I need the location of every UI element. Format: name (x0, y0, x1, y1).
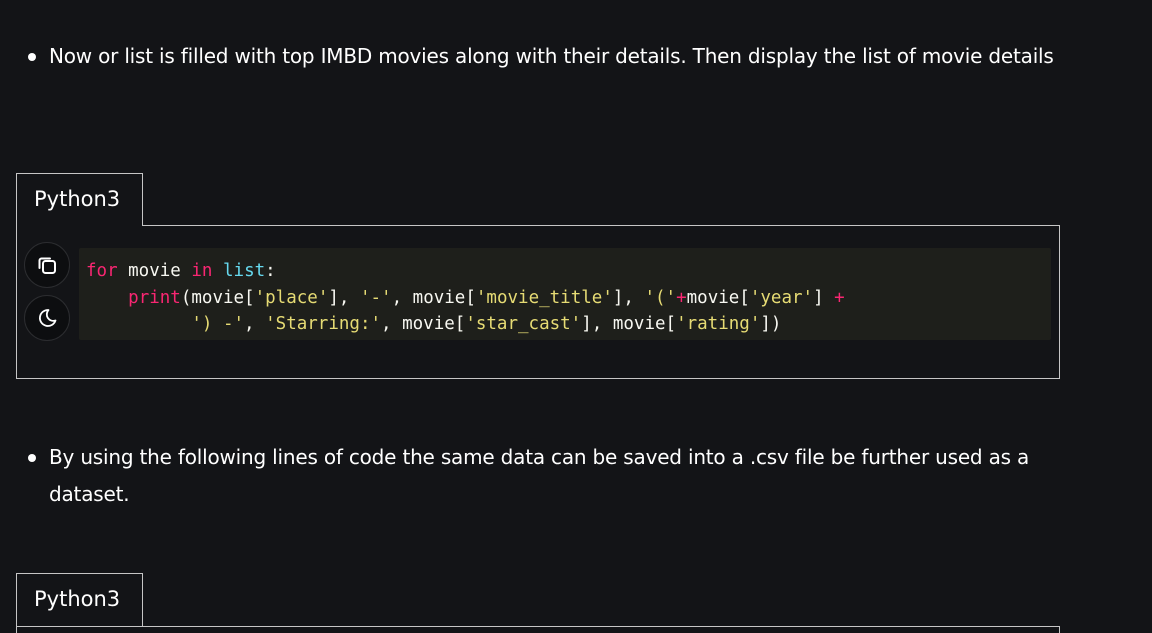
code-token: ] (813, 287, 835, 308)
code-token: (movie[ (180, 287, 255, 308)
bullet-dot (28, 53, 36, 61)
moon-icon (39, 309, 57, 327)
code-token: 'movie_title' (475, 287, 613, 308)
code-token: for (86, 261, 118, 281)
code-token: ], movie[ (581, 314, 677, 334)
code-line: ') -', 'Starring:', movie['star_cast'], … (86, 314, 781, 334)
code-token: + (834, 287, 845, 308)
code-token: 'place' (254, 287, 329, 308)
code-token: , (244, 314, 266, 334)
code-line: for movie in list: (86, 261, 276, 281)
code-token: '-' (359, 287, 392, 308)
code-token: , movie[ (381, 314, 466, 334)
code-token: 'year' (749, 287, 814, 308)
code-token: 'star_cast' (465, 314, 582, 334)
code-token: 'rating' (676, 314, 761, 334)
code-token: ], (612, 287, 645, 308)
copy-code-button[interactable] (24, 242, 70, 288)
code-token: in (191, 261, 213, 281)
code-panel (16, 626, 1060, 633)
bullet-list-item: Now or list is filled with top IMBD movi… (26, 38, 1066, 75)
code-line: print(movie['place'], '-', movie['movie_… (86, 288, 845, 308)
code-box: for movie in list: print(movie['place'],… (79, 248, 1051, 340)
code-tab-label: Python3 (34, 587, 121, 611)
code-token: , movie[ (391, 287, 476, 308)
code-token: list (223, 261, 266, 281)
code-content: for movie in list: print(movie['place'],… (79, 248, 1051, 338)
code-token: : (265, 261, 276, 281)
article-page: Now or list is filled with top IMBD movi… (0, 0, 1152, 633)
code-panel: for movie in list: print(movie['place'],… (16, 225, 1060, 379)
code-token: ') -' (191, 314, 245, 334)
theme-toggle-button[interactable] (24, 295, 70, 341)
code-token: ]) (760, 314, 782, 334)
code-token: ], (328, 287, 360, 308)
bullet-text: Now or list is filled with top IMBD movi… (49, 44, 1054, 68)
bullet-list-item: By using the following lines of code the… (26, 439, 1066, 513)
bullet-dot (28, 454, 36, 462)
code-token: '(' (644, 287, 677, 308)
code-tab-python3[interactable]: Python3 (16, 573, 143, 626)
code-token: print (128, 287, 181, 308)
code-tab-python3[interactable]: Python3 (16, 173, 143, 226)
code-token: 'Starring:' (265, 314, 382, 334)
bullet-text: By using the following lines of code the… (49, 445, 1030, 506)
copy-icon (38, 257, 56, 274)
code-token: movie[ (686, 287, 750, 308)
code-token: movie (117, 261, 192, 281)
code-tab-label: Python3 (34, 187, 121, 211)
code-token: + (676, 287, 687, 308)
